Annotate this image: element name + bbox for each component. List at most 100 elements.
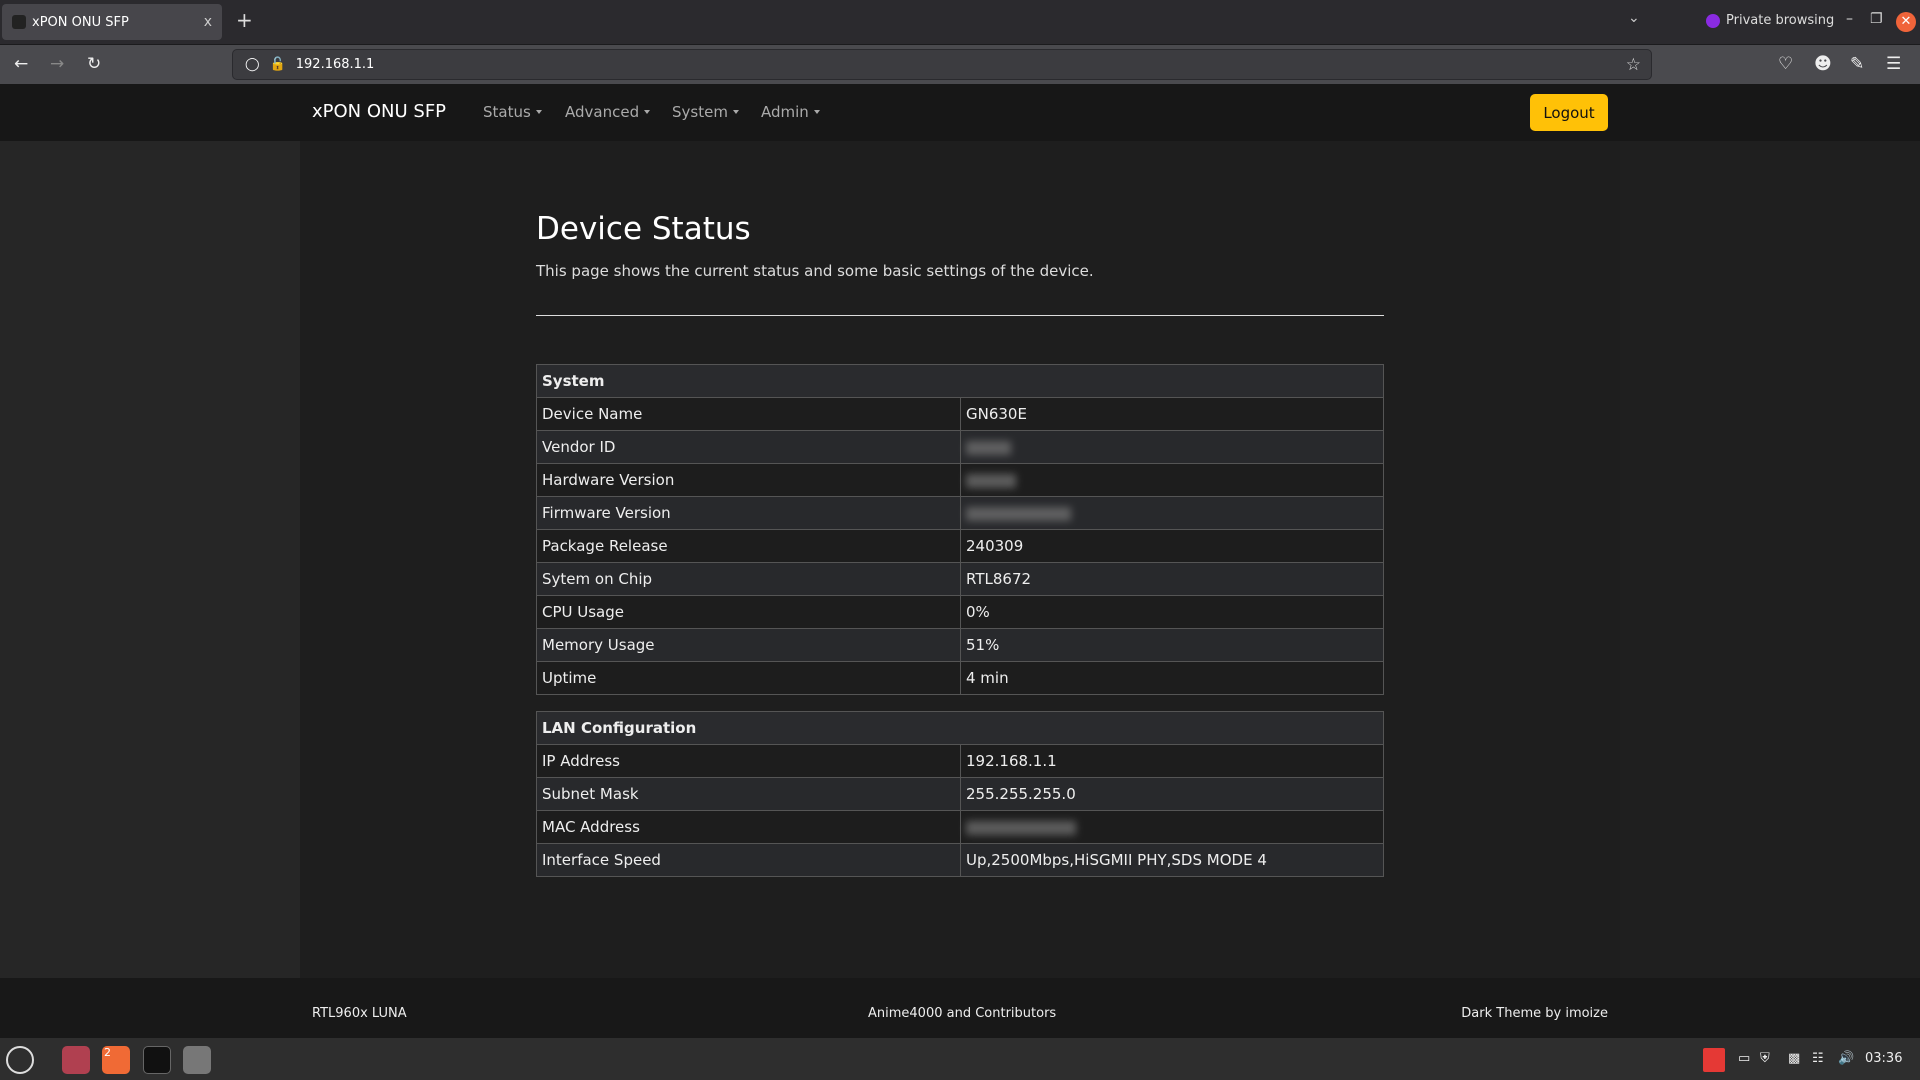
browser-toolbar: ← → ↻ ◯ 🔓 192.168.1.1 ☆ ♡ ☻ ✎ ☰ (0, 45, 1920, 84)
footer: RTL960x LUNA Anime4000 and Contributors … (0, 978, 1920, 1038)
minimize-icon[interactable]: – (1846, 11, 1853, 27)
logout-button[interactable]: Logout (1530, 94, 1608, 131)
row-label: Interface Speed (536, 843, 961, 877)
right-gutter (1620, 141, 1920, 978)
row-label: IP Address (536, 744, 961, 778)
system-table: System Device Name GN630E Vendor ID Hardwar… (536, 364, 1384, 695)
row-value: 240309 (960, 529, 1384, 563)
table-row: Firmware Version (536, 496, 1384, 530)
table-row: Package Release 240309 (536, 529, 1384, 563)
redacted-value (966, 473, 1016, 488)
table-row: Memory Usage 51% (536, 628, 1384, 662)
redacted-value (966, 506, 1071, 521)
row-value (960, 496, 1384, 530)
row-value: 51% (960, 628, 1384, 662)
left-gutter (0, 141, 300, 978)
menu-icon[interactable]: ☰ (1886, 54, 1901, 74)
clipboard-tray-icon[interactable]: ▭ (1738, 1051, 1750, 1066)
back-icon[interactable]: ← (14, 54, 28, 74)
firefox-icon[interactable]: 2 (102, 1046, 130, 1074)
browser-tab-bar: xPON ONU SFP x + ⌄ Private browsing – ❐ … (0, 0, 1920, 45)
table-row: Interface Speed Up,2500Mbps,HiSGMII PHY,S… (536, 843, 1384, 877)
row-label: Device Name (536, 397, 961, 431)
row-label: Memory Usage (536, 628, 961, 662)
private-browsing-indicator: Private browsing (1706, 13, 1834, 28)
account-icon[interactable]: ☻ (1814, 54, 1832, 74)
footer-right: Dark Theme by imoize (1461, 1006, 1608, 1021)
row-label: MAC Address (536, 810, 961, 844)
redacted-value (966, 820, 1076, 835)
row-value (960, 810, 1384, 844)
divider (536, 315, 1384, 316)
clock[interactable]: 03:36 (1865, 1051, 1902, 1066)
table-row: Sytem on Chip RTL8672 (536, 562, 1384, 596)
page-subtitle: This page shows the current status and s… (536, 262, 1094, 280)
row-label: Subnet Mask (536, 777, 961, 811)
brand[interactable]: xPON ONU SFP (312, 101, 446, 122)
system-table-header: System (536, 364, 1384, 398)
row-value: 255.255.255.0 (960, 777, 1384, 811)
network-tray-icon[interactable]: ☷ (1812, 1051, 1824, 1066)
private-mask-icon (1706, 13, 1720, 28)
nav-advanced[interactable]: Advanced (565, 103, 650, 121)
table-row: IP Address 192.168.1.1 (536, 744, 1384, 778)
forward-icon[interactable]: → (50, 54, 64, 74)
volume-tray-icon[interactable]: 🔊 (1838, 1051, 1854, 1066)
redacted-value (966, 440, 1011, 455)
terminal-icon[interactable] (143, 1046, 171, 1074)
row-label: Sytem on Chip (536, 562, 961, 596)
lan-table: LAN Configuration IP Address 192.168.1.1 S… (536, 711, 1384, 877)
table-row: Vendor ID (536, 430, 1384, 464)
pocket-icon[interactable]: ♡ (1778, 54, 1793, 74)
row-value: Up,2500Mbps,HiSGMII PHY,SDS MODE 4 (960, 843, 1384, 877)
row-label: Uptime (536, 661, 961, 695)
row-label: Firmware Version (536, 496, 961, 530)
tab-title: xPON ONU SFP (32, 14, 129, 30)
favicon-icon (12, 15, 26, 29)
navbar: xPON ONU SFP Status Advanced System Admi… (0, 84, 1920, 141)
row-value: 192.168.1.1 (960, 744, 1384, 778)
shield-icon[interactable]: ◯ (245, 57, 260, 72)
table-row: Hardware Version (536, 463, 1384, 497)
anydesk-tray-icon[interactable] (1703, 1048, 1725, 1072)
shield-tray-icon[interactable]: ⛨ (1760, 1051, 1770, 1066)
files-icon[interactable] (62, 1046, 90, 1074)
row-value: 0% (960, 595, 1384, 629)
page-title: Device Status (536, 211, 751, 247)
row-value (960, 430, 1384, 464)
browser-tab[interactable]: xPON ONU SFP x (2, 4, 222, 40)
insecure-lock-icon[interactable]: 🔓 (270, 57, 286, 72)
mint-menu-icon[interactable] (6, 1046, 34, 1074)
private-browsing-label: Private browsing (1726, 13, 1835, 28)
row-value: RTL8672 (960, 562, 1384, 596)
row-label: CPU Usage (536, 595, 961, 629)
row-value (960, 463, 1384, 497)
wifi-app-icon[interactable] (183, 1046, 211, 1074)
tab-list-chevron-icon[interactable]: ⌄ (1628, 10, 1640, 26)
row-value: 4 min (960, 661, 1384, 695)
nav-status[interactable]: Status (483, 103, 542, 121)
url-text[interactable]: 192.168.1.1 (296, 57, 375, 72)
update-tray-icon[interactable]: ▩ (1788, 1051, 1800, 1066)
footer-left: RTL960x LUNA (312, 1006, 407, 1021)
row-value: GN630E (960, 397, 1384, 431)
footer-center: Anime4000 and Contributors (868, 1006, 1057, 1021)
table-row: Subnet Mask 255.255.255.0 (536, 777, 1384, 811)
row-label: Hardware Version (536, 463, 961, 497)
reload-icon[interactable]: ↻ (87, 54, 101, 74)
table-row: MAC Address (536, 810, 1384, 844)
new-tab-button[interactable]: + (236, 8, 253, 32)
taskbar: 2 ▭ ⛨ ▩ ☷ 🔊 03:36 (0, 1038, 1920, 1080)
tab-close-icon[interactable]: x (204, 14, 212, 30)
nav-system[interactable]: System (672, 103, 739, 121)
row-label: Vendor ID (536, 430, 961, 464)
lan-table-header: LAN Configuration (536, 711, 1384, 745)
nav-admin[interactable]: Admin (761, 103, 820, 121)
restore-icon[interactable]: ❐ (1870, 11, 1883, 27)
extensions-icon[interactable]: ✎ (1850, 54, 1864, 74)
bookmark-star-icon[interactable]: ☆ (1626, 55, 1641, 75)
table-row: Device Name GN630E (536, 397, 1384, 431)
address-bar[interactable]: ◯ 🔓 192.168.1.1 ☆ (232, 49, 1652, 80)
table-row: CPU Usage 0% (536, 595, 1384, 629)
window-close-icon[interactable]: ✕ (1896, 12, 1916, 32)
